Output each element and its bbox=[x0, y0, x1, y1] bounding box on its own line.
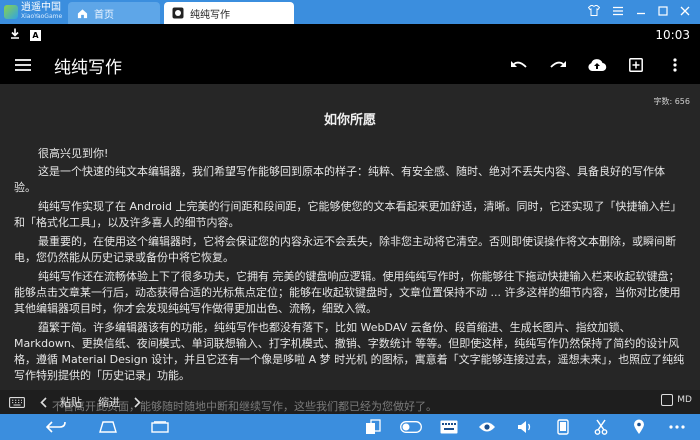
emulator-logo-sub: XiaoYaoGame bbox=[21, 13, 63, 20]
close-icon[interactable] bbox=[680, 5, 690, 19]
page-title: 纯纯写作 bbox=[54, 57, 122, 78]
back-button[interactable] bbox=[30, 414, 82, 440]
recent-apps-button[interactable] bbox=[134, 414, 186, 440]
hamburger-icon bbox=[15, 59, 31, 71]
keyboard-mapping-icon bbox=[440, 420, 458, 434]
eye-button[interactable] bbox=[468, 414, 506, 440]
scissors-icon bbox=[594, 419, 608, 435]
eye-icon bbox=[479, 422, 495, 432]
a-notification-icon: A bbox=[30, 29, 41, 41]
hamburger-menu-button[interactable] bbox=[0, 46, 46, 84]
phone-rotate-icon bbox=[557, 419, 569, 435]
add-button[interactable] bbox=[616, 46, 655, 84]
maximize-icon[interactable] bbox=[658, 5, 668, 19]
emulator-nav-bar bbox=[0, 414, 700, 440]
markdown-label: MD bbox=[677, 395, 692, 405]
cursor-left-button[interactable] bbox=[34, 390, 52, 414]
minimize-icon[interactable] bbox=[636, 5, 646, 19]
more-tools-button[interactable] bbox=[658, 414, 696, 440]
rotate-button[interactable] bbox=[544, 414, 582, 440]
home-outline-icon bbox=[99, 421, 117, 433]
app-icon bbox=[172, 7, 184, 19]
shirt-icon[interactable] bbox=[587, 5, 601, 19]
screenshot-button[interactable] bbox=[582, 414, 620, 440]
back-icon bbox=[46, 421, 66, 433]
document-body[interactable]: 很高兴见到你! 这是一个快速的纯文本编辑器，我们希望写作能够回到原本的样子：纯粹… bbox=[14, 146, 686, 387]
text-editor[interactable]: 字数: 656 如你所愿 很高兴见到你! 这是一个快速的纯文本编辑器，我们希望写… bbox=[0, 84, 700, 390]
paste-button[interactable]: 粘贴 bbox=[52, 390, 90, 414]
location-pin-icon bbox=[634, 419, 644, 434]
keyboard-mapping-button[interactable] bbox=[430, 414, 468, 440]
speaker-icon bbox=[518, 421, 531, 433]
indent-button[interactable]: 缩进 bbox=[90, 390, 128, 414]
recent-apps-icon bbox=[151, 421, 169, 433]
window-controls bbox=[587, 0, 700, 24]
markdown-checkbox[interactable] bbox=[661, 394, 674, 406]
undo-icon bbox=[510, 61, 527, 68]
app-toolbar: 纯纯写作 bbox=[0, 46, 700, 84]
emulator-logo: 逍遥中国 XiaoYaoGame bbox=[0, 0, 68, 24]
cursor-right-button[interactable] bbox=[128, 390, 146, 414]
redo-button[interactable] bbox=[538, 46, 577, 84]
toggle-icon bbox=[400, 421, 422, 433]
paragraph[interactable]: 很高兴见到你! bbox=[14, 146, 686, 162]
more-options-button[interactable] bbox=[655, 46, 694, 84]
menu-icon[interactable] bbox=[612, 5, 624, 19]
redo-icon bbox=[549, 61, 566, 68]
word-count: 字数: 656 bbox=[653, 97, 690, 106]
quick-input-bar: 粘贴 缩进 bbox=[0, 390, 700, 414]
cloud-upload-button[interactable] bbox=[577, 46, 616, 84]
multi-window-icon bbox=[366, 419, 381, 434]
paragraph[interactable]: 纯纯写作实现了在 Android 上完美的行间距和段间距，它能够使您的文本看起来… bbox=[14, 199, 686, 231]
emulator-window: 逍遥中国 XiaoYaoGame 首页 纯纯写作 A 10:03 纯纯写作 字数… bbox=[0, 0, 700, 440]
add-box-icon bbox=[628, 58, 643, 72]
more-horizontal-icon bbox=[669, 425, 685, 429]
undo-button[interactable] bbox=[499, 46, 538, 84]
paragraph[interactable]: 这是一个快速的纯文本编辑器，我们希望写作能够回到原本的样子：纯粹、有安全感、随时… bbox=[14, 164, 686, 196]
download-icon bbox=[10, 28, 20, 42]
toggle-button[interactable] bbox=[392, 414, 430, 440]
paragraph[interactable]: 蕴繁于简。许多编辑器该有的功能，纯纯写作也都没有落下，比如 WebDAV 云备份… bbox=[14, 320, 686, 384]
emulator-logo-icon bbox=[4, 5, 18, 19]
emulator-tab-label: 纯纯写作 bbox=[190, 9, 230, 21]
emulator-tab-label: 首页 bbox=[94, 9, 114, 21]
document-title[interactable]: 如你所愿 bbox=[0, 109, 700, 128]
emulator-logo-name: 逍遥中国 bbox=[21, 2, 61, 13]
cloud-upload-icon bbox=[587, 59, 606, 72]
paragraph[interactable]: 纯纯写作还在流畅体验上下了很多功夫，它拥有 完美的键盘响应逻辑。使用纯纯写作时，… bbox=[14, 269, 686, 317]
volume-button[interactable] bbox=[506, 414, 544, 440]
location-button[interactable] bbox=[620, 414, 658, 440]
home-button[interactable] bbox=[82, 414, 134, 440]
chevron-left-icon bbox=[39, 396, 47, 408]
keyboard-icon bbox=[9, 396, 25, 408]
emulator-tab-app[interactable]: 纯纯写作 bbox=[164, 2, 294, 24]
home-icon bbox=[76, 7, 88, 19]
status-time: 10:03 bbox=[655, 28, 690, 42]
multi-window-button[interactable] bbox=[354, 414, 392, 440]
android-status-bar: A 10:03 bbox=[0, 24, 700, 46]
more-vert-icon bbox=[672, 58, 677, 72]
emulator-tab-home[interactable]: 首页 bbox=[68, 2, 160, 24]
chevron-right-icon bbox=[133, 396, 141, 408]
paragraph[interactable]: 最重要的，在使用这个编辑器时，它将会保证您的内容永远不会丢失，除非您主动将它清空… bbox=[14, 234, 686, 266]
emulator-title-bar: 逍遥中国 XiaoYaoGame 首页 纯纯写作 bbox=[0, 0, 700, 24]
markdown-toggle[interactable]: MD bbox=[661, 394, 692, 406]
keyboard-toggle-button[interactable] bbox=[0, 390, 34, 414]
